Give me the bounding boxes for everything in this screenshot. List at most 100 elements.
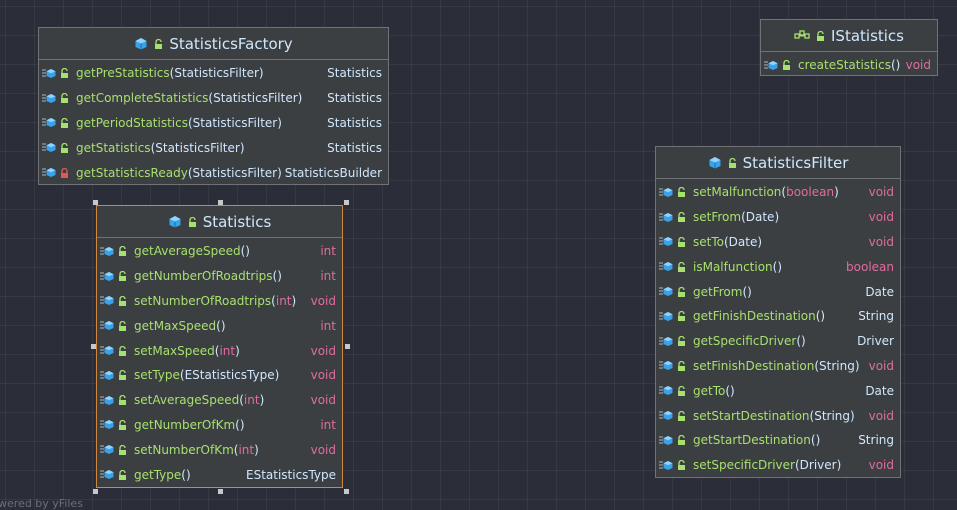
param-text: (StatisticsFilter) bbox=[208, 91, 303, 106]
method-row[interactable]: setStartDestination (String) void bbox=[656, 403, 900, 428]
method-icon bbox=[659, 460, 673, 470]
method-name: createStatistics bbox=[798, 58, 891, 73]
interface-node-istatistics[interactable]: IStatistics createStatistics() void bbox=[760, 19, 938, 76]
method-name: getMaxSpeed bbox=[134, 318, 217, 333]
return-type: String bbox=[858, 309, 894, 324]
method-params: (EStatisticsType) bbox=[180, 368, 279, 382]
class-node-statisticsfilter[interactable]: StatisticsFilter setMalfunction (boolean) v… bbox=[655, 146, 901, 478]
method-icon-group bbox=[42, 117, 76, 128]
class-header[interactable]: StatisticsFactory bbox=[39, 28, 388, 60]
param-text: () bbox=[742, 284, 752, 299]
method-icon-group bbox=[42, 68, 76, 79]
method-params: (int) bbox=[215, 344, 240, 358]
return-type: EStatisticsType bbox=[246, 467, 336, 482]
method-row[interactable]: setMalfunction (boolean) void bbox=[656, 180, 900, 205]
method-row[interactable]: isMalfunction() boolean bbox=[656, 254, 900, 279]
method-name: getSpecificDriver bbox=[693, 334, 797, 349]
method-icon bbox=[42, 118, 56, 128]
return-type: Statistics bbox=[327, 140, 382, 155]
method-row[interactable]: getNumberOfKm () int bbox=[97, 413, 342, 438]
return-type: Date bbox=[865, 383, 894, 398]
method-name: setNumberOfRoadtrips bbox=[134, 293, 272, 308]
method-params: (boolean) bbox=[781, 185, 838, 199]
method-icon-group bbox=[100, 295, 134, 306]
public-lock-icon bbox=[678, 435, 685, 446]
class-header[interactable]: StatisticsFilter bbox=[656, 147, 900, 179]
method-row[interactable]: getStartDestination () String bbox=[656, 428, 900, 453]
method-row[interactable]: setFinishDestination (String) void bbox=[656, 354, 900, 379]
method-row[interactable]: getSpecificDriver () Driver bbox=[656, 329, 900, 354]
param-keyword: int bbox=[238, 442, 255, 457]
param-text: (EStatisticsType) bbox=[179, 368, 280, 383]
return-type: int bbox=[320, 269, 336, 284]
resize-handle[interactable] bbox=[218, 489, 223, 494]
method-params: () bbox=[235, 418, 244, 432]
param-text: (String) bbox=[809, 408, 855, 423]
method-row[interactable]: getFinishDestination () String bbox=[656, 304, 900, 329]
public-lock-icon bbox=[119, 295, 126, 306]
method-icon bbox=[659, 411, 673, 421]
class-header[interactable]: IStatistics bbox=[761, 20, 937, 52]
method-icon-group bbox=[42, 142, 76, 153]
method-row[interactable]: getTo() Date bbox=[656, 378, 900, 403]
return-type: Statistics bbox=[327, 115, 382, 130]
public-lock-icon bbox=[61, 142, 68, 153]
method-row[interactable]: getFrom() Date bbox=[656, 279, 900, 304]
method-row[interactable]: setNumberOfKm (int) void bbox=[97, 437, 342, 462]
class-title: Statistics bbox=[202, 212, 272, 231]
method-row[interactable]: createStatistics() void bbox=[761, 53, 937, 78]
method-params: () bbox=[816, 309, 825, 323]
method-row[interactable]: getStatistics (StatisticsFilter) Statistic… bbox=[39, 135, 388, 160]
method-row[interactable]: setFrom (Date) void bbox=[656, 205, 900, 230]
return-type: void bbox=[310, 393, 336, 408]
return-type: void bbox=[310, 442, 336, 457]
method-row[interactable]: getStatisticsReady (StatisticsFilter) Stat… bbox=[39, 160, 388, 185]
method-row[interactable]: getPeriodStatistics (StatisticsFilter) Sta… bbox=[39, 111, 388, 136]
resize-handle[interactable] bbox=[344, 200, 349, 205]
method-row[interactable]: getCompleteStatistics (StatisticsFilter) S… bbox=[39, 86, 388, 111]
method-params: () bbox=[891, 58, 900, 72]
class-node-statisticsfactory[interactable]: StatisticsFactory getPreStatistics (Statis… bbox=[38, 27, 389, 185]
public-lock-icon bbox=[119, 370, 126, 381]
public-lock-icon bbox=[119, 444, 126, 455]
method-row[interactable]: setTo (Date) void bbox=[656, 230, 900, 255]
public-lock-icon bbox=[678, 385, 685, 396]
method-row[interactable]: setType (EStatisticsType) void bbox=[97, 363, 342, 388]
class-header[interactable]: Statistics bbox=[97, 206, 342, 238]
method-params: () bbox=[742, 285, 751, 299]
method-params: () bbox=[216, 319, 225, 333]
resize-handle[interactable] bbox=[93, 200, 98, 205]
method-row[interactable]: setNumberOfRoadtrips (int) void bbox=[97, 289, 342, 314]
param-text: () bbox=[181, 467, 191, 482]
interface-icon bbox=[794, 29, 810, 39]
public-lock-icon bbox=[678, 360, 685, 371]
param-text: (String) bbox=[814, 358, 860, 373]
param-text: () bbox=[725, 383, 735, 398]
resize-handle[interactable] bbox=[91, 344, 96, 349]
method-row[interactable]: getAverageSpeed () int bbox=[97, 239, 342, 264]
param-text: (Date) bbox=[741, 210, 780, 225]
method-params: (StatisticsFilter) bbox=[188, 166, 282, 180]
method-row[interactable]: getPreStatistics (StatisticsFilter) Statis… bbox=[39, 61, 388, 86]
class-icon bbox=[709, 157, 721, 169]
resize-handle[interactable] bbox=[218, 200, 223, 205]
param-text: () bbox=[810, 433, 821, 448]
method-row[interactable]: setAverageSpeed (int) void bbox=[97, 388, 342, 413]
resize-handle[interactable] bbox=[345, 344, 350, 349]
method-row[interactable]: getType () EStatisticsType bbox=[97, 462, 342, 487]
public-lock-icon bbox=[678, 311, 685, 322]
method-params: (StatisticsFilter) bbox=[208, 91, 302, 105]
public-access-icon bbox=[817, 30, 824, 41]
method-params: (int) bbox=[234, 443, 259, 457]
public-lock-icon bbox=[119, 345, 126, 356]
param-text: ) bbox=[235, 343, 240, 358]
method-row[interactable]: getNumberOfRoadtrips () int bbox=[97, 264, 342, 289]
resize-handle[interactable] bbox=[93, 489, 98, 494]
resize-handle[interactable] bbox=[344, 489, 349, 494]
method-row[interactable]: getMaxSpeed () int bbox=[97, 313, 342, 338]
method-row[interactable]: setSpecificDriver (Driver) void bbox=[656, 453, 900, 478]
class-node-statistics[interactable]: Statistics getAverageSpeed () int getNumber… bbox=[96, 205, 343, 488]
method-icon-group bbox=[659, 435, 693, 446]
method-row[interactable]: setMaxSpeed (int) void bbox=[97, 338, 342, 363]
class-icon bbox=[135, 38, 147, 50]
